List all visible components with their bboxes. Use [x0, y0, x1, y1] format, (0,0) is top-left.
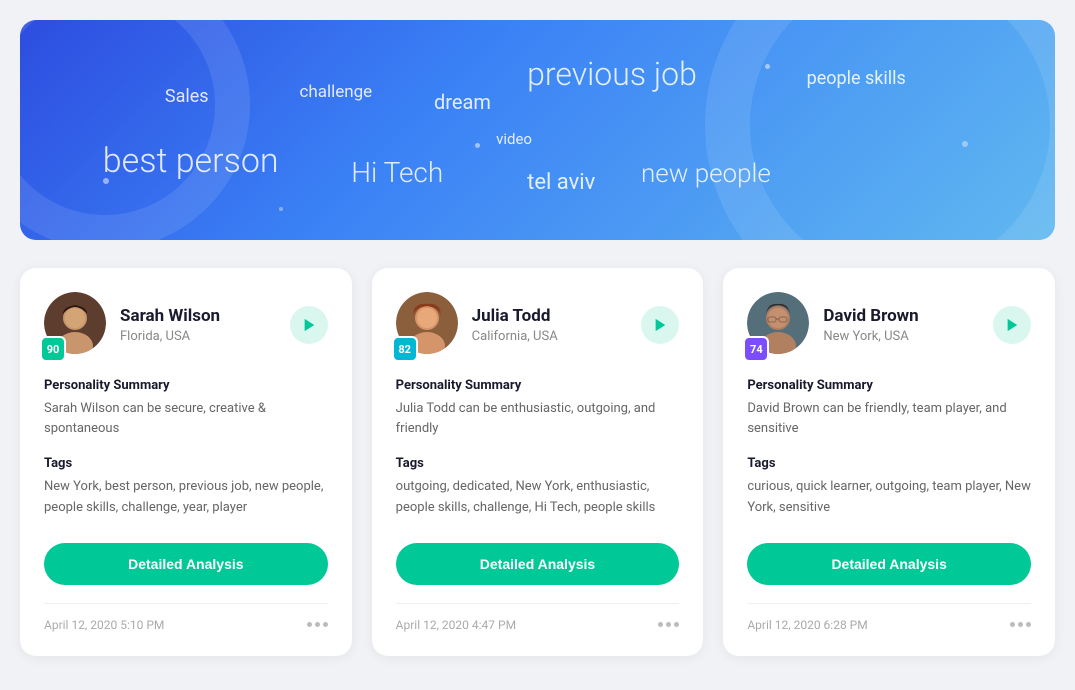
tags-label-sarah: Tags: [44, 456, 328, 471]
card-header-david: 74 David Brown New York, USA: [747, 292, 1031, 358]
card-sarah: 90 Sarah Wilson Florida, USA Personality…: [20, 268, 352, 656]
word-new-people: new people: [641, 159, 771, 189]
score-badge-julia: 82: [392, 336, 418, 362]
personality-text-sarah: Sarah Wilson can be secure, creative & s…: [44, 399, 328, 438]
name-location-david: David Brown New York, USA: [823, 306, 918, 344]
word-sales: Sales: [165, 86, 209, 107]
tags-label-david: Tags: [747, 456, 1031, 471]
card-header-julia: 82 Julia Todd California, USA: [396, 292, 680, 358]
name-location-sarah: Sarah Wilson Florida, USA: [120, 306, 220, 344]
timestamp-sarah: April 12, 2020 5:10 PM: [44, 618, 164, 632]
play-button-julia[interactable]: [641, 306, 679, 344]
tags-text-david: curious, quick learner, outgoing, team p…: [747, 477, 1031, 519]
more-button-david[interactable]: [1010, 622, 1031, 627]
personality-text-david: David Brown can be friendly, team player…: [747, 399, 1031, 438]
detailed-analysis-button-sarah[interactable]: Detailed Analysis: [44, 543, 328, 585]
word-cloud-banner: Sales challenge dream previous job peopl…: [20, 20, 1055, 240]
word-dream: dream: [434, 90, 491, 114]
card-david: 74 David Brown New York, USA Personality…: [723, 268, 1055, 656]
name-location-julia: Julia Todd California, USA: [472, 306, 558, 344]
timestamp-david: April 12, 2020 6:28 PM: [747, 618, 867, 632]
card-footer-julia: April 12, 2020 4:47 PM: [396, 603, 680, 632]
personality-text-julia: Julia Todd can be enthusiastic, outgoing…: [396, 399, 680, 438]
card-footer-david: April 12, 2020 6:28 PM: [747, 603, 1031, 632]
avatar-wrapper-sarah: 90: [44, 292, 106, 358]
personality-label-julia: Personality Summary: [396, 378, 680, 393]
score-badge-david: 74: [743, 336, 769, 362]
card-footer-sarah: April 12, 2020 5:10 PM: [44, 603, 328, 632]
word-people-skills: people skills: [807, 68, 906, 89]
personality-label-david: Personality Summary: [747, 378, 1031, 393]
card-header-sarah: 90 Sarah Wilson Florida, USA: [44, 292, 328, 358]
word-cloud-inner: Sales challenge dream previous job peopl…: [20, 20, 1055, 240]
word-challenge: challenge: [299, 82, 372, 102]
word-hi-tech: Hi Tech: [351, 156, 443, 189]
tags-text-sarah: New York, best person, previous job, new…: [44, 477, 328, 519]
detailed-analysis-button-julia[interactable]: Detailed Analysis: [396, 543, 680, 585]
avatar-wrapper-julia: 82: [396, 292, 458, 358]
word-best-person: best person: [103, 141, 279, 181]
more-button-julia[interactable]: [658, 622, 679, 627]
word-video: video: [496, 130, 532, 148]
play-button-david[interactable]: [993, 306, 1031, 344]
timestamp-julia: April 12, 2020 4:47 PM: [396, 618, 516, 632]
tags-label-julia: Tags: [396, 456, 680, 471]
more-button-sarah[interactable]: [307, 622, 328, 627]
word-previous-job: previous job: [527, 55, 697, 93]
personality-label-sarah: Personality Summary: [44, 378, 328, 393]
detailed-analysis-button-david[interactable]: Detailed Analysis: [747, 543, 1031, 585]
word-tel-aviv: tel aviv: [527, 170, 595, 195]
cards-container: 90 Sarah Wilson Florida, USA Personality…: [20, 268, 1055, 656]
tags-text-julia: outgoing, dedicated, New York, enthusias…: [396, 477, 680, 519]
card-julia: 82 Julia Todd California, USA Personalit…: [372, 268, 704, 656]
play-button-sarah[interactable]: [290, 306, 328, 344]
score-badge-sarah: 90: [40, 336, 66, 362]
avatar-wrapper-david: 74: [747, 292, 809, 358]
